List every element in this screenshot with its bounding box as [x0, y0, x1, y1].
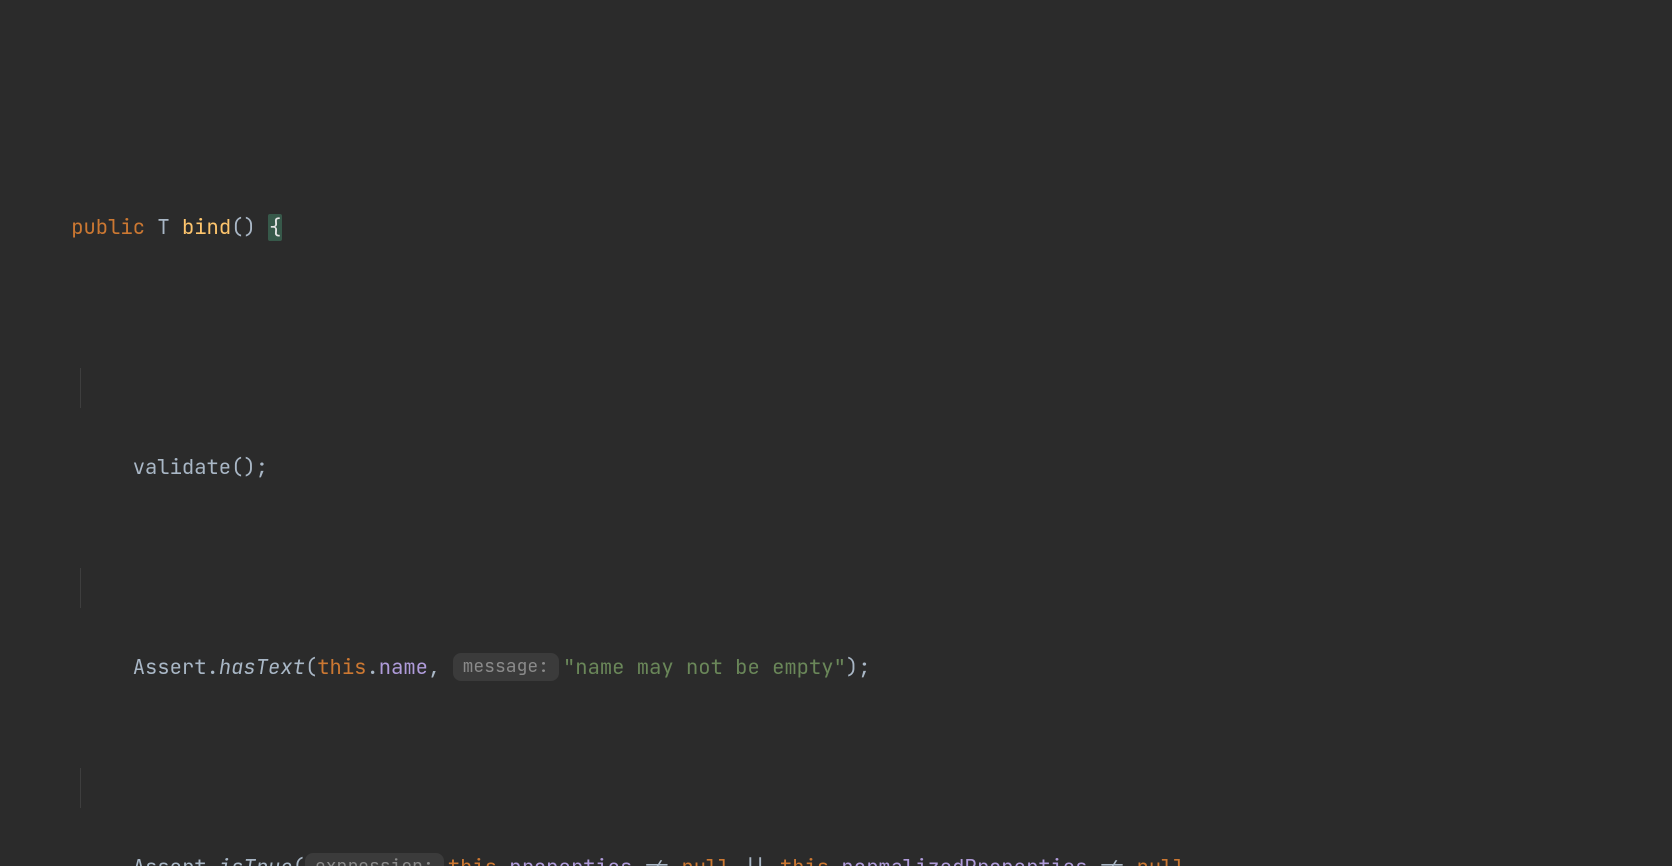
inlay-hint-message: message:	[453, 653, 559, 681]
method-name: bind	[182, 214, 231, 241]
field-normalizedproperties: normalizedProperties	[841, 854, 1087, 866]
inlay-hint-expression: expression:	[305, 853, 444, 866]
code-editor[interactable]: public T bind() { validate(); Assert.has…	[0, 0, 1672, 866]
keyword-this: this	[317, 654, 366, 681]
class-assert: Assert	[133, 654, 207, 681]
keyword-null: null	[1137, 854, 1186, 866]
field-properties: properties	[509, 854, 632, 866]
parens: ()	[231, 214, 256, 241]
keyword-public: public	[71, 214, 145, 241]
string-literal: "name may not be empty"	[563, 654, 846, 681]
code-line[interactable]: public T bind() {	[0, 168, 1672, 208]
code-line[interactable]: Assert.isTrue(expression:this.properties…	[0, 768, 1672, 808]
field-name: name	[379, 654, 428, 681]
code-line[interactable]: Assert.hasText(this.name, message:"name …	[0, 568, 1672, 608]
type-generic: T	[157, 214, 169, 241]
code-line[interactable]: validate();	[0, 368, 1672, 408]
method-istrue: isTrue	[219, 854, 293, 866]
keyword-this: this	[448, 854, 497, 866]
class-assert: Assert	[133, 854, 207, 866]
call-validate: validate	[133, 454, 231, 481]
keyword-null: null	[681, 854, 730, 866]
keyword-this: this	[780, 854, 829, 866]
brace-open-matched: {	[268, 214, 282, 241]
method-hastext: hasText	[219, 654, 305, 681]
